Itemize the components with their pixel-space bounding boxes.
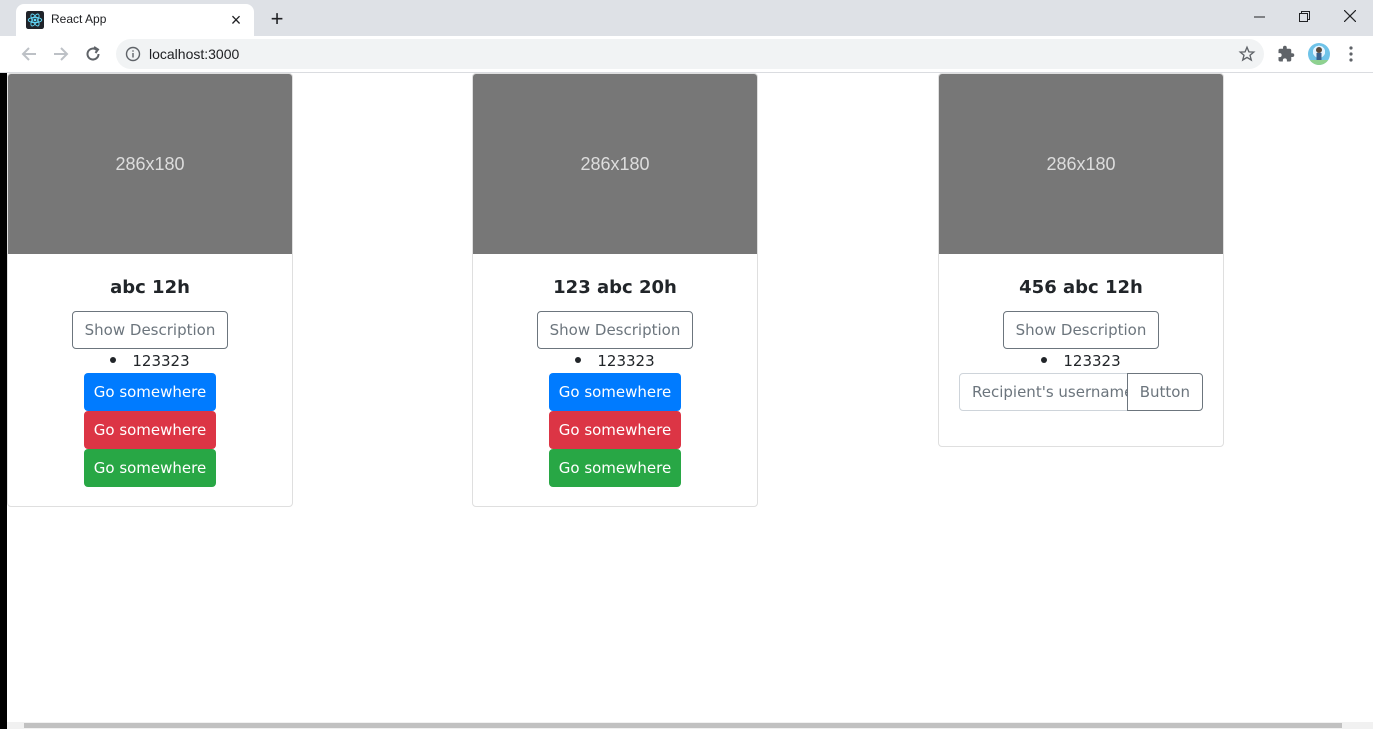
description-list: 123323 bbox=[959, 349, 1203, 373]
list-item: 123323 bbox=[493, 349, 737, 373]
url-text: localhost:3000 bbox=[149, 46, 240, 62]
go-somewhere-danger-button[interactable]: Go somewhere bbox=[549, 411, 681, 449]
bookmark-star-icon[interactable] bbox=[1238, 45, 1256, 63]
show-description-button[interactable]: Show Description bbox=[536, 311, 694, 349]
card-image-placeholder: 286x180 bbox=[473, 74, 757, 254]
page-viewport: 286x180 abc 12h Show Description 123323 … bbox=[7, 73, 1373, 724]
card-image-placeholder: 286x180 bbox=[939, 74, 1223, 254]
card: 286x180 abc 12h Show Description 123323 … bbox=[7, 73, 293, 507]
card-body: 456 abc 12h Show Description 123323 Reci… bbox=[939, 254, 1223, 431]
go-somewhere-success-button[interactable]: Go somewhere bbox=[84, 449, 216, 487]
recipient-username-input[interactable]: Recipient's username bbox=[959, 373, 1128, 411]
info-icon[interactable] bbox=[125, 46, 141, 62]
browser-window: React App × + localhost:3000 286x180 abc… bbox=[0, 0, 1373, 729]
minimize-icon[interactable] bbox=[1236, 0, 1282, 32]
react-logo-icon bbox=[26, 11, 44, 29]
back-icon[interactable] bbox=[15, 40, 43, 68]
go-somewhere-danger-button[interactable]: Go somewhere bbox=[84, 411, 216, 449]
close-window-icon[interactable] bbox=[1327, 0, 1373, 32]
profile-avatar[interactable] bbox=[1308, 43, 1330, 65]
show-description-button[interactable]: Show Description bbox=[71, 311, 229, 349]
browser-toolbar: localhost:3000 bbox=[0, 36, 1373, 73]
description-list: 123323 bbox=[493, 349, 737, 373]
tab-close-icon[interactable]: × bbox=[226, 10, 246, 30]
show-description-button[interactable]: Show Description bbox=[1002, 311, 1160, 349]
tab-strip: React App × + bbox=[0, 0, 1373, 36]
go-somewhere-primary-button[interactable]: Go somewhere bbox=[84, 373, 216, 411]
description-list: 123323 bbox=[28, 349, 272, 373]
go-somewhere-success-button[interactable]: Go somewhere bbox=[549, 449, 681, 487]
horizontal-scrollbar[interactable] bbox=[7, 722, 1373, 729]
list-item: 123323 bbox=[28, 349, 272, 373]
input-addon-button[interactable]: Button bbox=[1126, 373, 1203, 411]
image-size-label: 286x180 bbox=[115, 153, 185, 174]
card-title: 456 abc 12h bbox=[1019, 277, 1143, 298]
card-title: 123 abc 20h bbox=[553, 277, 677, 298]
card: 286x180 456 abc 12h Show Description 123… bbox=[938, 73, 1224, 447]
card-title: abc 12h bbox=[110, 277, 190, 298]
new-tab-icon[interactable]: + bbox=[266, 8, 288, 30]
image-size-label: 286x180 bbox=[1046, 153, 1116, 174]
tab-title: React App bbox=[51, 12, 107, 26]
card-body: abc 12h Show Description 123323 Go somew… bbox=[8, 254, 292, 506]
avatar-figure-icon bbox=[1308, 47, 1330, 65]
reload-icon[interactable] bbox=[79, 40, 107, 68]
image-size-label: 286x180 bbox=[580, 153, 650, 174]
card-body: 123 abc 20h Show Description 123323 Go s… bbox=[473, 254, 757, 506]
browser-tab[interactable]: React App × bbox=[16, 4, 254, 36]
recipient-input-group: Recipient's username Button bbox=[959, 373, 1203, 411]
list-item: 123323 bbox=[959, 349, 1203, 373]
card: 286x180 123 abc 20h Show Description 123… bbox=[472, 73, 758, 507]
card-image-placeholder: 286x180 bbox=[8, 74, 292, 254]
address-bar[interactable]: localhost:3000 bbox=[116, 39, 1264, 69]
restore-icon[interactable] bbox=[1281, 0, 1327, 32]
more-menu-icon[interactable] bbox=[1342, 45, 1360, 63]
extensions-puzzle-icon[interactable] bbox=[1277, 45, 1295, 63]
scrollbar-thumb[interactable] bbox=[24, 723, 1342, 728]
go-somewhere-primary-button[interactable]: Go somewhere bbox=[549, 373, 681, 411]
forward-icon[interactable] bbox=[47, 40, 75, 68]
